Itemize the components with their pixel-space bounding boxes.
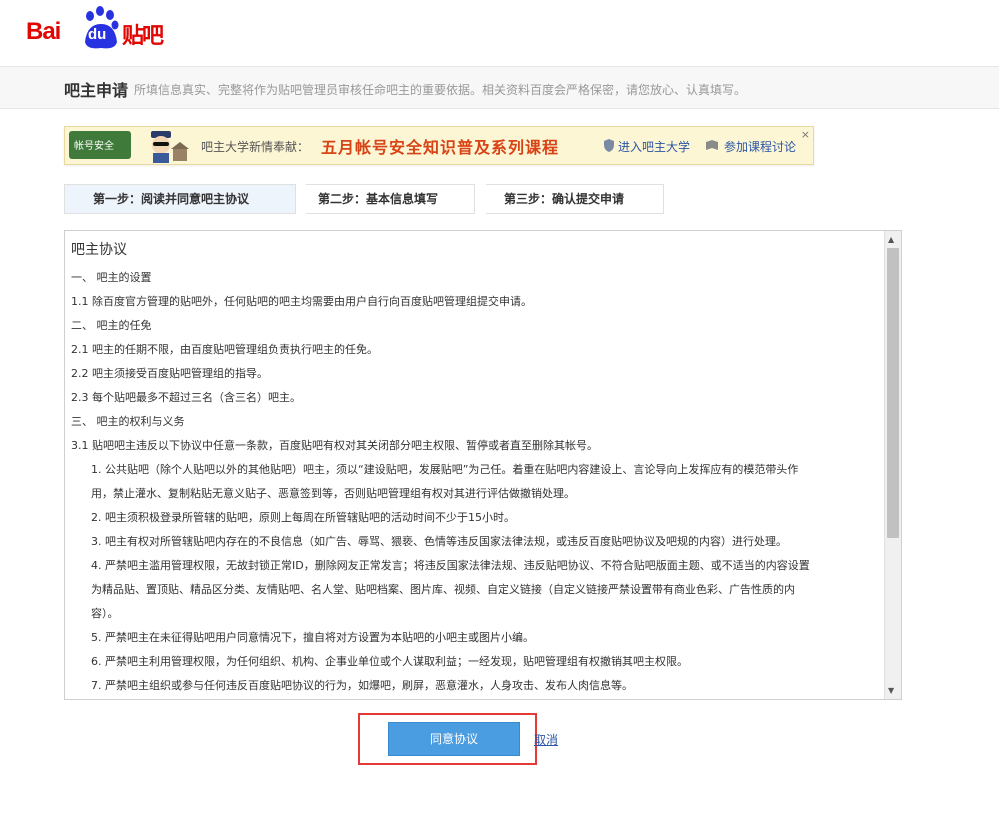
agree-button[interactable]: 同意协议 (388, 722, 520, 756)
agreement-line: 为精品贴、置顶贴、精品区分类、友情贴吧、名人堂、贴吧档案、图片库、视频、自定义链… (91, 583, 795, 596)
agreement-heading: 吧主协议 (71, 242, 127, 258)
banner-close-icon[interactable]: × (801, 128, 810, 141)
step-2-label: 第二步：基本信息填写 (318, 192, 439, 206)
step-2: 第二步：基本信息填写 (306, 184, 475, 214)
book-icon (706, 140, 718, 150)
baidu-tieba-logo[interactable]: Bai du 贴吧 (26, 4, 166, 49)
tag-text: 帐号安全 (74, 141, 114, 152)
step-3-label: 第三步：确认提交申请 (504, 192, 625, 206)
agreement-line: 一、 吧主的设置 (71, 271, 152, 284)
agreement-line: 三、 吧主的权利与义务 (71, 415, 185, 428)
agreement-line: 1. 公共贴吧（除个人贴吧以外的其他贴吧）吧主，须以“建设贴吧，发展贴吧”为己任… (91, 463, 799, 476)
logo-bai: Bai (26, 18, 61, 45)
step-1-label: 第一步：阅读并同意吧主协议 (93, 192, 250, 206)
step-1: 第一步：阅读并同意吧主协议 (64, 184, 296, 214)
agreement-line: 4. 严禁吧主滥用管理权限，无故封锁正常ID，删除网友正常发言；将违反国家法律法… (91, 559, 810, 572)
scrollbar-thumb[interactable] (887, 248, 899, 538)
agreement-line: 用，禁止灌水、复制粘贴无意义贴子、恶意签到等，否则贴吧管理组有权对其进行评估做撤… (91, 487, 575, 500)
agreement-line: 5. 严禁吧主在未征得贴吧用户同意情况下，擅自将对方设置为本贴吧的小吧主或图片小… (91, 631, 534, 644)
agreement-line: 3. 吧主有权对所管辖贴吧内存在的不良信息（如广告、辱骂、猥亵、色情等违反国家法… (91, 535, 787, 548)
logo-tieba: 贴吧 (122, 24, 164, 49)
agreement-scrollbar[interactable]: ▲ ▼ (884, 231, 901, 699)
cancel-link[interactable]: 取消 (534, 731, 558, 748)
banner-headline[interactable]: 五月帐号安全知识普及系列课程 (321, 134, 559, 158)
page-header: 吧主申请 所填信息真实、完整将作为贴吧管理员审核任命吧主的重要依据。相关资料百度… (0, 66, 999, 109)
agreement-line: 2.2 吧主须接受百度贴吧管理组的指导。 (71, 367, 268, 380)
agreement-line: 2.3 每个贴吧最多不超过三名（含三名）吧主。 (71, 391, 301, 404)
agreement-line: 7. 严禁吧主组织或参与任何违反百度贴吧协议的行为，如爆吧，刷屏，恶意灌水，人身… (91, 679, 633, 692)
agreement-line: 2.1 吧主的任期不限，由百度贴吧管理组负责执行吧主的任免。 (71, 343, 378, 356)
agreement-line: 3.1 贴吧吧主违反以下协议中任意一条款，百度贴吧有权对其关闭部分吧主权限、暂停… (71, 439, 598, 452)
enter-bazhu-university-link[interactable]: 进入吧主大学 (618, 138, 690, 155)
agreement-line: 二、 吧主的任免 (71, 319, 152, 332)
banner-intro: 吧主大学新情奉献： (201, 140, 310, 154)
promo-banner: 帐号安全 吧主大学新情奉献： 五月帐号安全知识普及系列课程 进入吧主大学 参加课… (64, 126, 814, 165)
logo-du: du (88, 26, 107, 43)
shield-icon (604, 139, 614, 152)
agreement-line: 2. 吧主须积极登录所管辖的贴吧，原则上每周在所管辖贴吧的活动时间不少于15小时… (91, 511, 515, 524)
scroll-down-icon[interactable]: ▼ (888, 686, 894, 695)
agreement-line: 6. 严禁吧主利用管理权限，为任何组织、机构、企事业单位或个人谋取利益；一经发现… (91, 655, 688, 668)
agreement-line: 1.1 除百度官方管理的贴吧外，任何贴吧的吧主均需要由用户自行向百度贴吧管理组提… (71, 295, 532, 308)
step-progress: 第一步：阅读并同意吧主协议 第二步：基本信息填写 第三步：确认提交申请 (64, 184, 664, 214)
join-course-discussion-link[interactable]: 参加课程讨论 (724, 138, 796, 155)
agreement-line: 容）。 (91, 607, 119, 620)
page-title: 吧主申请 (64, 81, 129, 100)
page-subtitle: 所填信息真实、完整将作为贴吧管理员审核任命吧主的重要依据。相关资料百度会严格保密… (134, 83, 747, 97)
step-3: 第三步：确认提交申请 (486, 184, 664, 214)
police-mascot-icon (151, 131, 189, 163)
scroll-up-icon[interactable]: ▲ (888, 235, 894, 244)
agreement-textbox[interactable]: 吧主协议 一、 吧主的设置 1.1 除百度官方管理的贴吧外，任何贴吧的吧主均需要… (64, 230, 902, 700)
